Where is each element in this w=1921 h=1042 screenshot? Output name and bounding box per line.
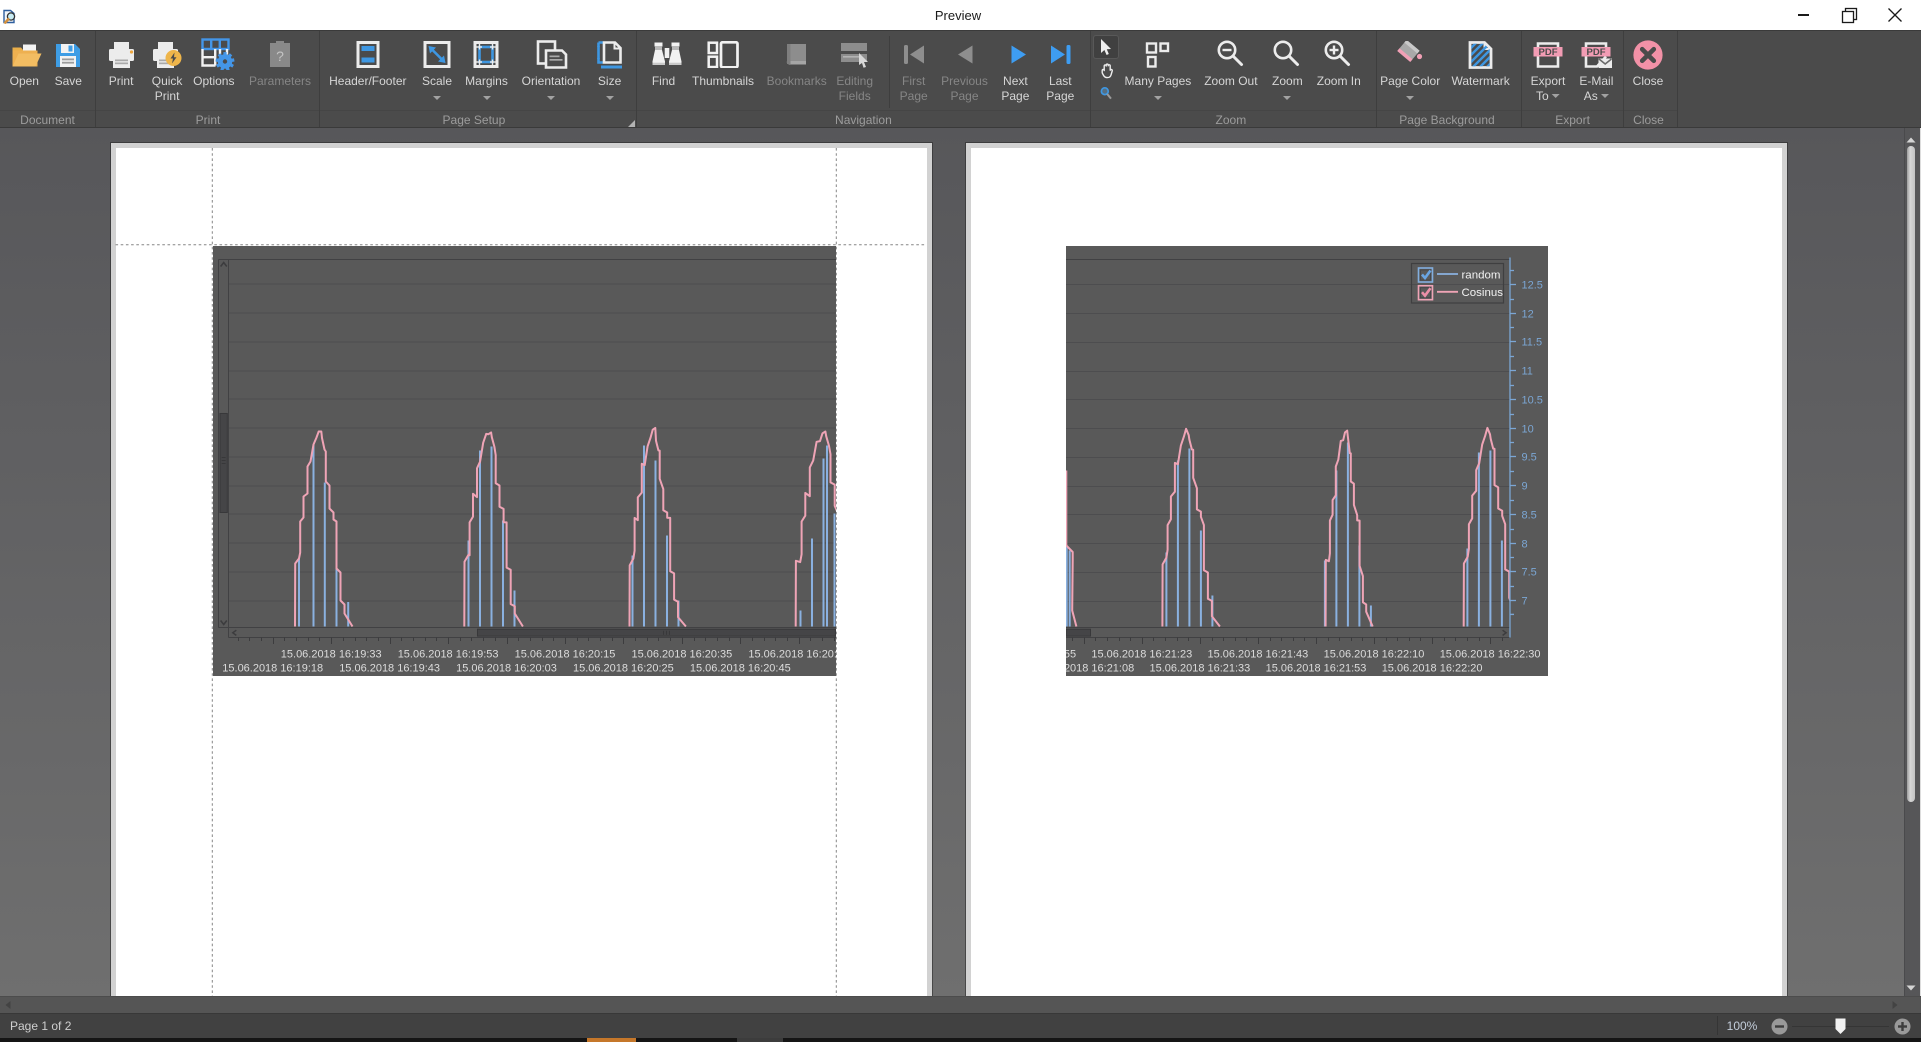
svg-text:12: 12	[1522, 308, 1534, 320]
svg-text:15.06.2018 16:22:20: 15.06.2018 16:22:20	[1382, 662, 1483, 674]
svg-text:12.5: 12.5	[1522, 279, 1543, 291]
svg-text:15.06.2018 16:20:55: 15.06.2018 16:20:55	[1066, 648, 1076, 660]
svg-text:15.06.2018 16:19:33: 15.06.2018 16:19:33	[280, 648, 381, 660]
svg-text:PDF: PDF	[1539, 47, 1558, 58]
svg-text:15.06.2018 16:20:15: 15.06.2018 16:20:15	[514, 648, 615, 660]
svg-text:8: 8	[1522, 538, 1528, 550]
svg-text:7.5: 7.5	[1522, 566, 1537, 578]
svg-text:15.06.2018 16:21:53: 15.06.2018 16:21:53	[1266, 662, 1367, 674]
svg-text:10.5: 10.5	[1522, 394, 1543, 406]
svg-text:7: 7	[1522, 595, 1528, 607]
svg-text:9: 9	[1522, 480, 1528, 492]
svg-text:15.06.2018 16:21:33: 15.06.2018 16:21:33	[1150, 662, 1251, 674]
svg-text:15.06.2018 16:19:53: 15.06.2018 16:19:53	[397, 648, 498, 660]
svg-text:?: ?	[276, 48, 284, 64]
svg-text:15.06.2018 16:20:25: 15.06.2018 16:20:25	[572, 662, 673, 674]
svg-text:PDF: PDF	[1587, 47, 1606, 58]
svg-text:random: random	[1462, 269, 1501, 281]
svg-text:15.06.2018 16:22:30: 15.06.2018 16:22:30	[1440, 648, 1541, 660]
svg-text:10: 10	[1522, 423, 1534, 435]
svg-text:8.5: 8.5	[1522, 509, 1537, 521]
svg-text:11.5: 11.5	[1522, 336, 1543, 348]
svg-text:15.06.2018 16:20:55: 15.06.2018 16:20:55	[748, 648, 836, 660]
svg-text:15.06.2018 16:19:18: 15.06.2018 16:19:18	[222, 662, 323, 674]
svg-text:15.06.2018 16:19:43: 15.06.2018 16:19:43	[339, 662, 440, 674]
svg-text:Cosinus: Cosinus	[1462, 287, 1504, 299]
svg-text:15.06.2018 16:21:23: 15.06.2018 16:21:23	[1091, 648, 1192, 660]
svg-text:15.06.2018 16:20:45: 15.06.2018 16:20:45	[689, 662, 790, 674]
svg-text:11: 11	[1522, 365, 1533, 377]
svg-text:15.06.2018 16:20:35: 15.06.2018 16:20:35	[631, 648, 732, 660]
svg-text:15.06.2018 16:21:43: 15.06.2018 16:21:43	[1208, 648, 1309, 660]
svg-text:15.06.2018 16:20:03: 15.06.2018 16:20:03	[456, 662, 557, 674]
svg-text:15.06.2018 16:22:10: 15.06.2018 16:22:10	[1324, 648, 1425, 660]
svg-text:15.06.2018 16:21:08: 15.06.2018 16:21:08	[1066, 662, 1134, 674]
svg-text:9.5: 9.5	[1522, 451, 1537, 463]
